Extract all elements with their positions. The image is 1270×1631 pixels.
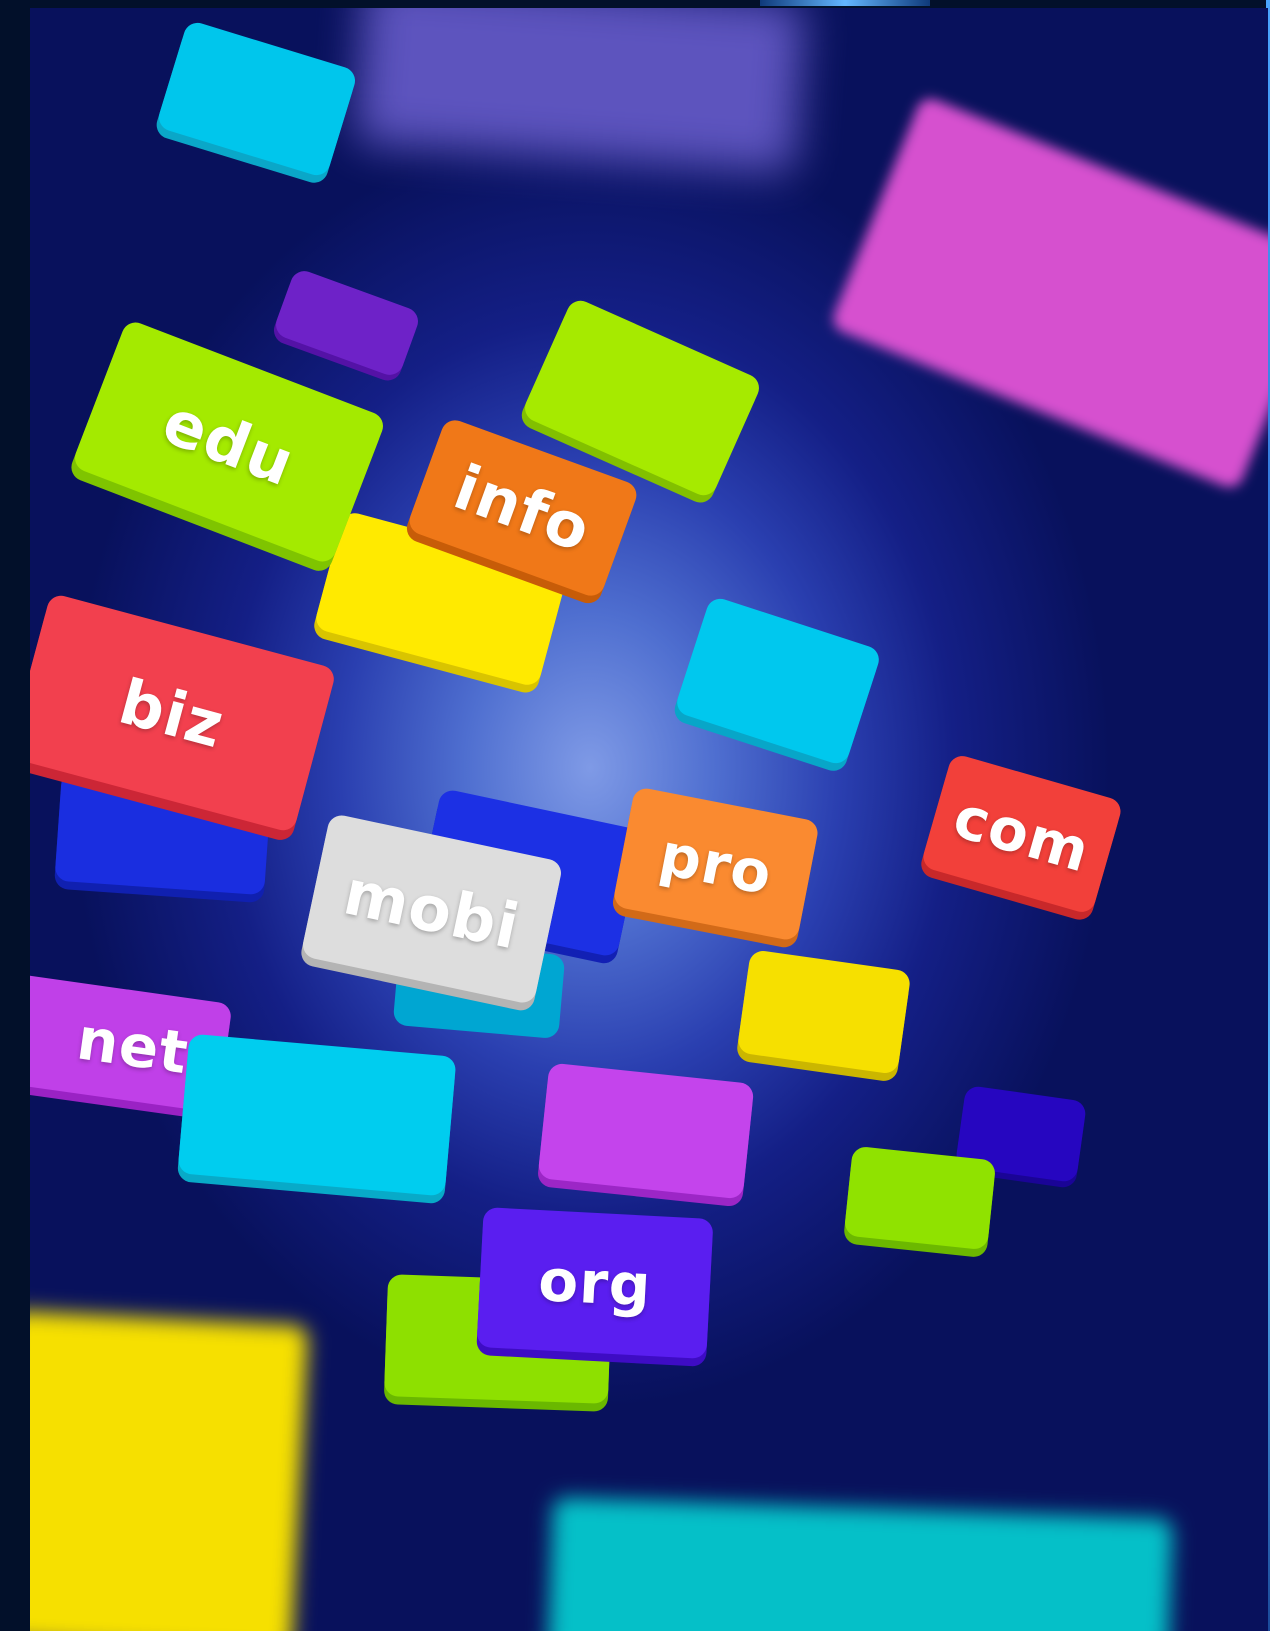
- com-label: com: [946, 782, 1098, 886]
- pro-block: pro: [612, 786, 820, 942]
- purple-blur-block: [354, 8, 806, 174]
- cyan-block-top: [155, 19, 359, 179]
- org-label: org: [536, 1246, 654, 1320]
- domain-blocks-scene: info edu biz mobi pro com net org: [30, 8, 1268, 1631]
- yellow-block-right: [736, 949, 912, 1075]
- purple-block-small: [272, 267, 422, 379]
- cyan-blur-block: [547, 1497, 1173, 1631]
- magenta-blur-block: [829, 94, 1268, 492]
- pro-label: pro: [654, 819, 778, 909]
- cyan-block-large: [177, 1033, 457, 1197]
- top-edge-light: [760, 0, 930, 6]
- cyan-block-middle: [673, 595, 883, 767]
- yellow-blur-block: [30, 1310, 309, 1631]
- org-block: org: [476, 1207, 714, 1359]
- green-block-right: [843, 1145, 997, 1251]
- com-block: com: [920, 752, 1124, 916]
- photo-frame: info edu biz mobi pro com net org: [0, 0, 1270, 1631]
- purple-block-center: [537, 1062, 755, 1200]
